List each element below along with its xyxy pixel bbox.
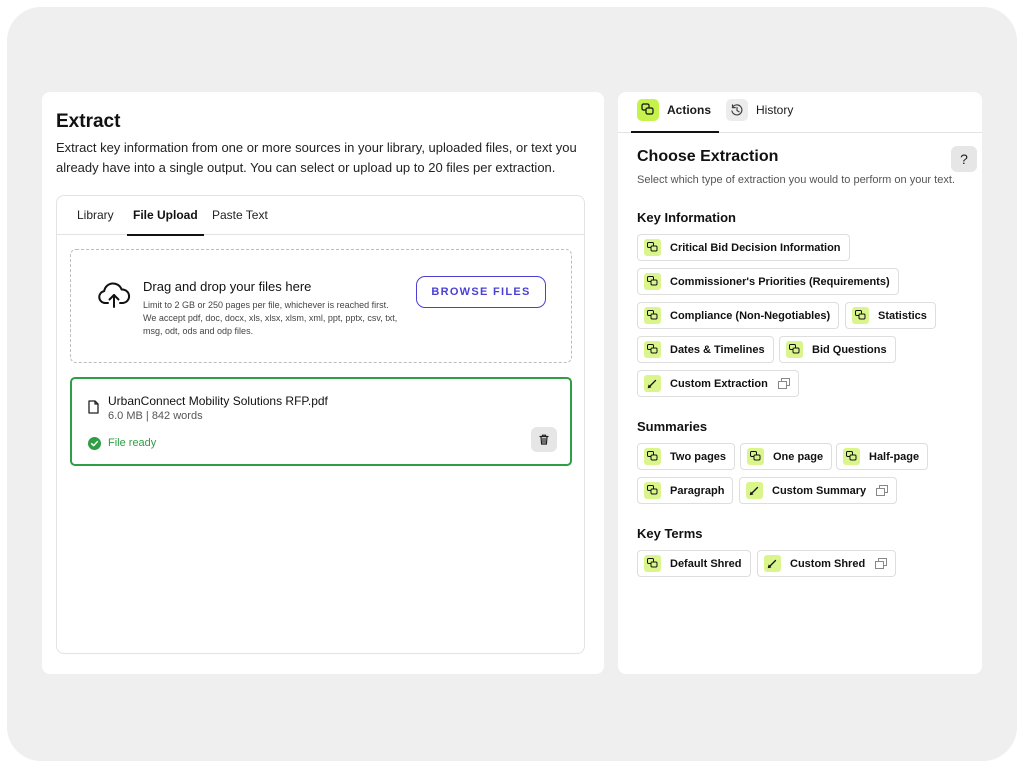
section-summaries: Summaries — [637, 419, 708, 434]
chat-bubbles-icon — [852, 307, 869, 324]
chat-bubbles-icon — [644, 239, 661, 256]
copy-icon — [875, 558, 888, 569]
chat-bubbles-icon — [644, 273, 661, 290]
tab-actions[interactable]: Actions — [631, 92, 719, 133]
chip-custom-summary[interactable]: Custom Summary — [739, 477, 898, 504]
tab-history[interactable]: History — [726, 92, 806, 132]
check-circle-icon — [88, 437, 101, 450]
chip-critical-bid-decision[interactable]: Critical Bid Decision Information — [637, 234, 850, 261]
chat-bubbles-icon — [843, 448, 860, 465]
chat-bubbles-icon — [637, 99, 659, 121]
tab-actions-label: Actions — [667, 103, 712, 117]
pencil-icon — [764, 555, 781, 572]
chat-bubbles-icon — [747, 448, 764, 465]
section-key-terms: Key Terms — [637, 526, 703, 541]
chip-statistics[interactable]: Statistics — [845, 302, 936, 329]
file-meta: 6.0 MB | 842 words — [108, 410, 203, 422]
chip-default-shred[interactable]: Default Shred — [637, 550, 751, 577]
chip-commissioners-priorities[interactable]: Commissioner's Priorities (Requirements) — [637, 268, 899, 295]
chip-bid-questions[interactable]: Bid Questions — [779, 336, 896, 363]
dropzone-title: Drag and drop your files here — [143, 279, 312, 294]
history-icon — [726, 99, 748, 121]
chat-bubbles-icon — [644, 448, 661, 465]
chip-custom-shred[interactable]: Custom Shred — [757, 550, 897, 577]
chip-dates-timelines[interactable]: Dates & Timelines — [637, 336, 774, 363]
tab-library[interactable]: Library — [77, 196, 114, 235]
actions-panel: Actions History Choose Extraction ? Sele… — [618, 92, 982, 674]
chat-bubbles-icon — [644, 482, 661, 499]
dropzone-description: Limit to 2 GB or 250 pages per file, whi… — [143, 300, 398, 336]
panel-title: Choose Extraction — [637, 148, 779, 165]
chip-paragraph[interactable]: Paragraph — [637, 477, 734, 504]
section-key-information: Key Information — [637, 210, 736, 225]
chip-half-page[interactable]: Half-page — [836, 443, 929, 470]
file-dropzone[interactable]: Drag and drop your files here Limit to 2… — [70, 249, 572, 363]
copy-icon — [876, 485, 889, 496]
chat-bubbles-icon — [644, 307, 661, 324]
panel-subtitle: Select which type of extraction you woul… — [637, 174, 955, 186]
chip-custom-extraction[interactable]: Custom Extraction — [637, 370, 799, 397]
chip-one-page[interactable]: One page — [740, 443, 833, 470]
extract-panel: Extract Extract key information from one… — [42, 92, 604, 674]
delete-file-button[interactable] — [531, 427, 557, 452]
chip-compliance[interactable]: Compliance (Non-Negotiables) — [637, 302, 840, 329]
document-icon — [88, 400, 99, 414]
file-name: UrbanConnect Mobility Solutions RFP.pdf — [108, 394, 328, 408]
chip-two-pages[interactable]: Two pages — [637, 443, 736, 470]
uploaded-file-card: UrbanConnect Mobility Solutions RFP.pdf … — [70, 377, 572, 466]
help-button[interactable]: ? — [951, 146, 977, 172]
tab-paste-text[interactable]: Paste Text — [212, 196, 268, 235]
source-tab-bar: Library File Upload Paste Text — [57, 196, 584, 236]
panel-tab-bar: Actions History — [618, 92, 982, 133]
browse-files-button[interactable]: BROWSE FILES — [416, 276, 546, 308]
pencil-icon — [746, 482, 763, 499]
chat-bubbles-icon — [644, 341, 661, 358]
copy-icon — [777, 378, 790, 389]
chat-bubbles-icon — [786, 341, 803, 358]
chat-bubbles-icon — [644, 555, 661, 572]
tab-history-label: History — [756, 103, 794, 117]
page-description: Extract key information from one or more… — [56, 140, 577, 175]
pencil-icon — [644, 375, 661, 392]
page-title: Extract — [56, 111, 121, 132]
cloud-upload-icon — [98, 282, 131, 308]
source-tabs-card: Library File Upload Paste Text Drag and … — [56, 195, 585, 654]
tab-file-upload[interactable]: File Upload — [127, 196, 204, 236]
trash-icon — [539, 434, 549, 445]
file-status: File ready — [108, 437, 157, 449]
